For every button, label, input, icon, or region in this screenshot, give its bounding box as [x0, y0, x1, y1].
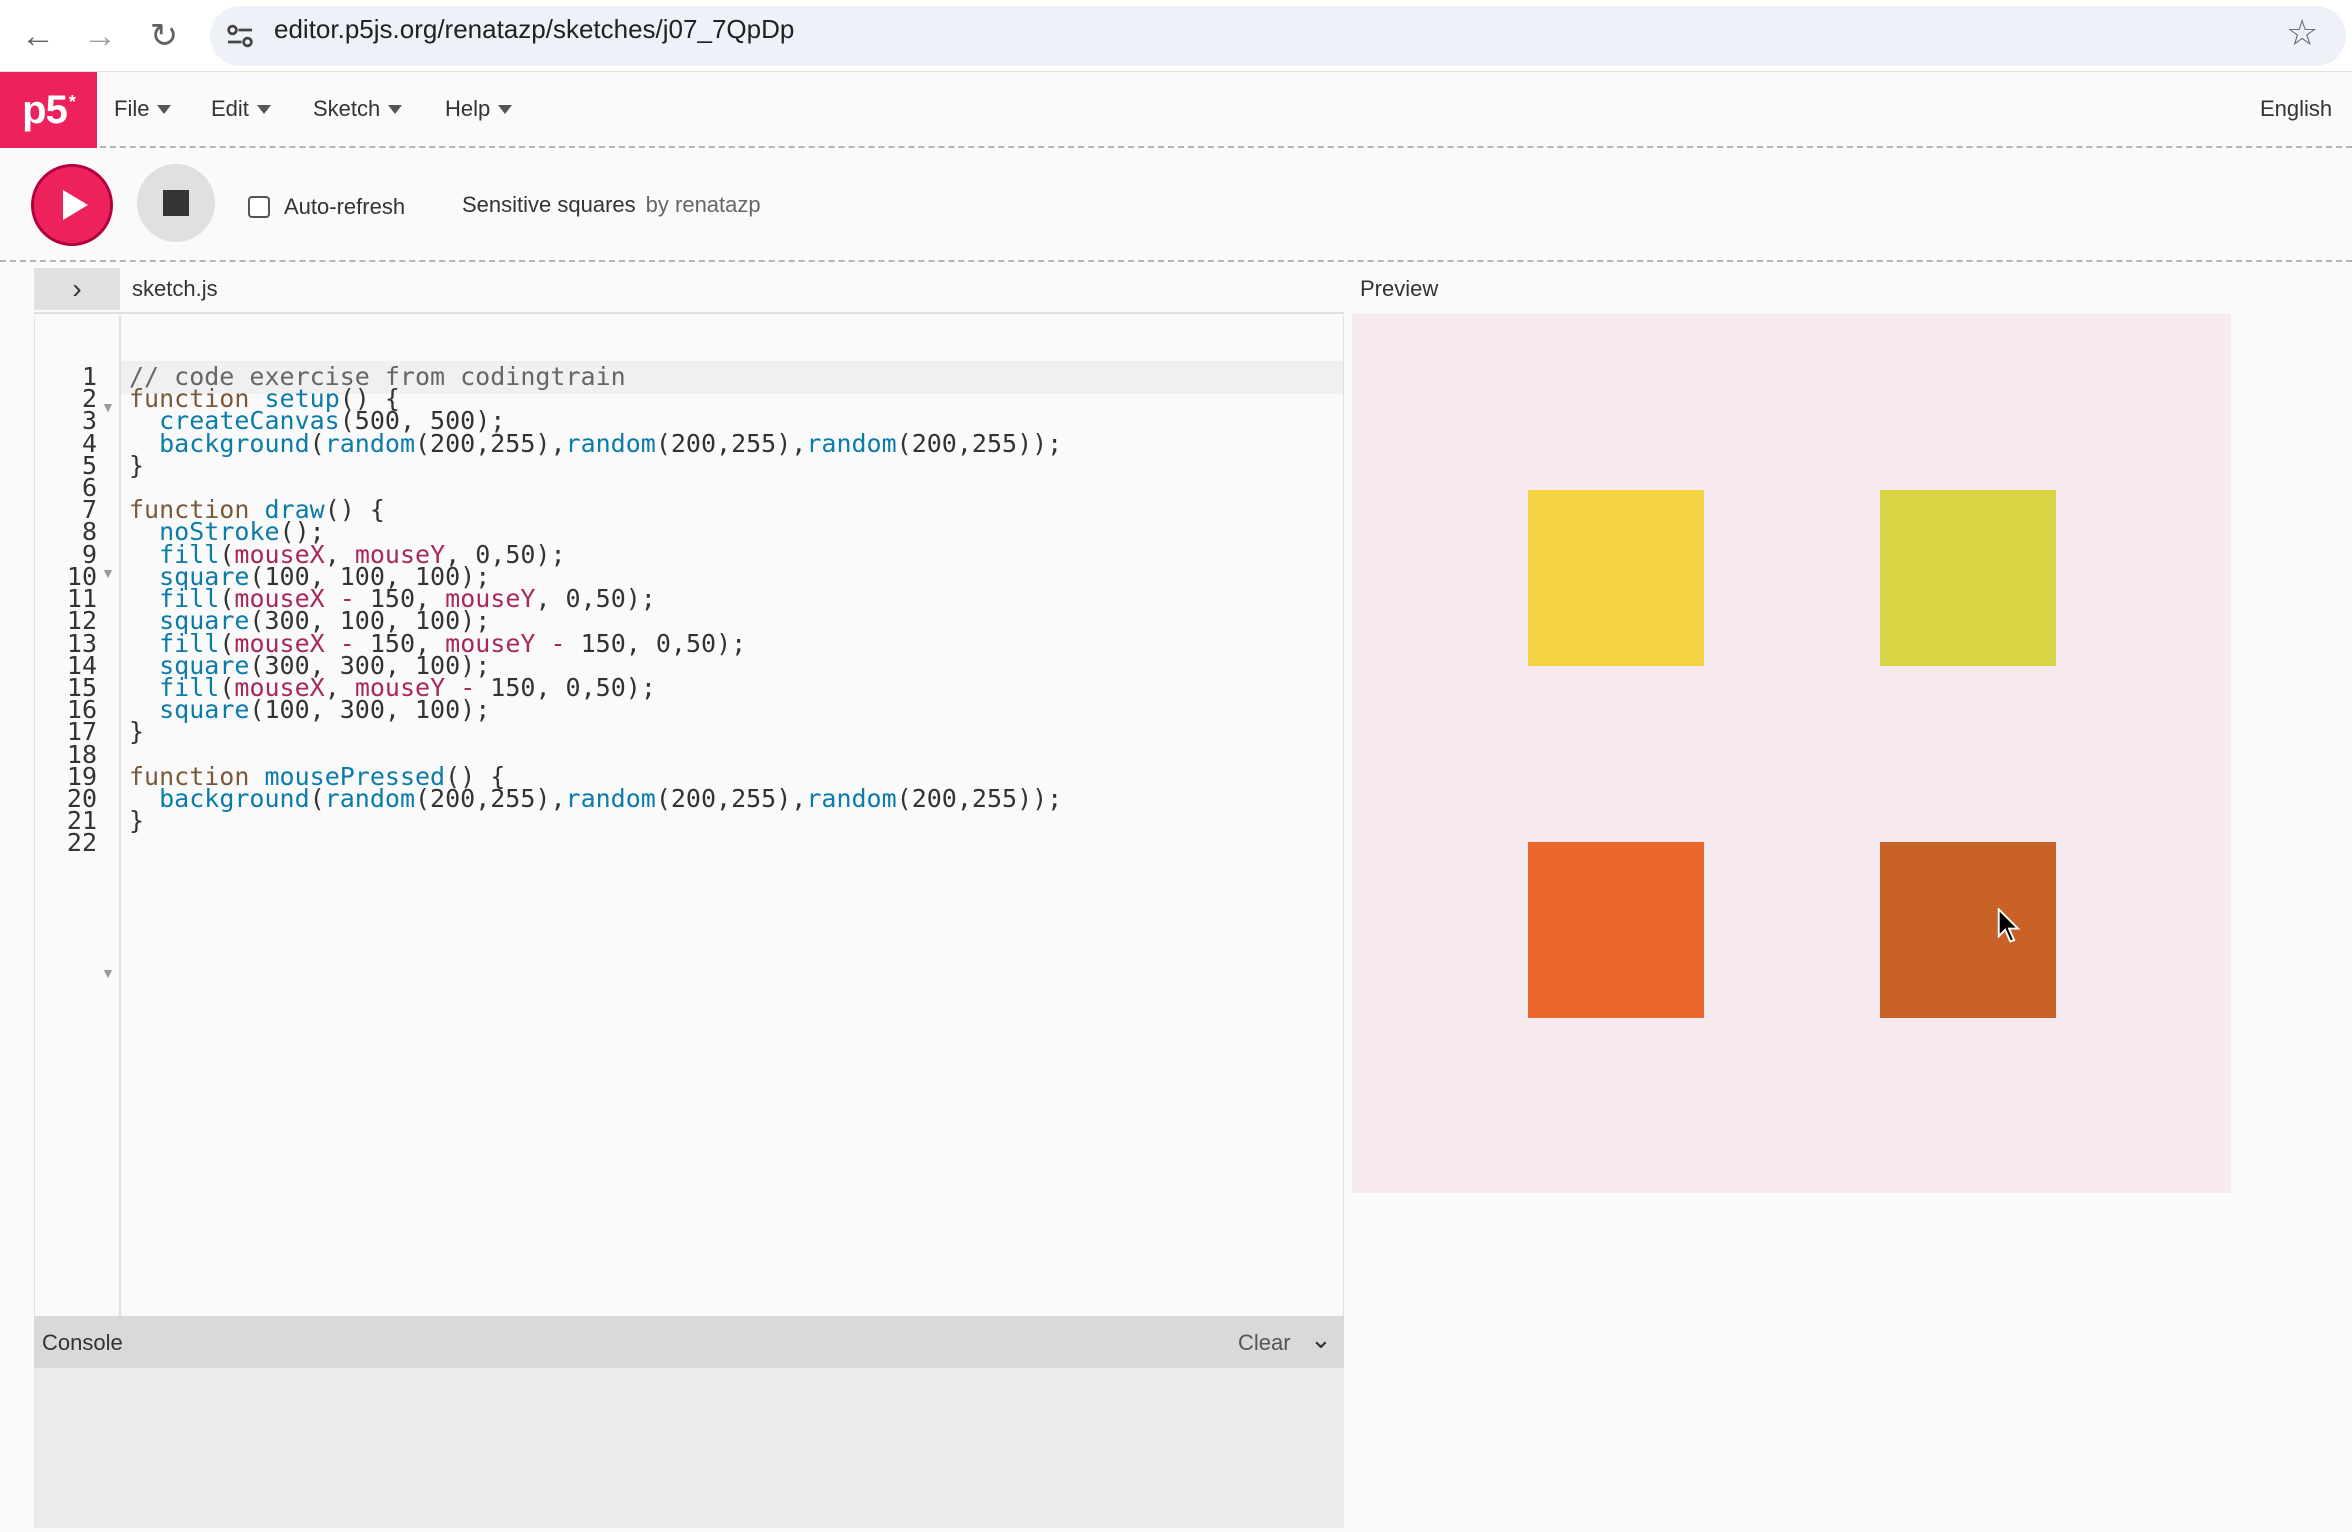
code-line: }	[129, 451, 145, 480]
p5-logo[interactable]: p5 *	[0, 72, 97, 148]
console-header: Console Clear ⌄	[34, 1316, 1344, 1368]
square-bottom-right	[1880, 842, 2056, 1018]
menu-help-label: Help	[445, 96, 491, 121]
file-name: sketch.js	[132, 276, 218, 301]
auto-refresh-toggle[interactable]: Auto-refresh	[248, 194, 405, 220]
play-button[interactable]	[31, 164, 113, 246]
logo-asterisk: *	[68, 91, 76, 112]
preview-canvas[interactable]	[1352, 314, 2231, 1193]
caret-down-icon	[498, 104, 513, 114]
browser-toolbar: ← → ↻ editor.p5js.org/renatazp/sketches/…	[0, 0, 2352, 72]
fold-marker-icon[interactable]: ▼	[101, 965, 115, 981]
menu-edit[interactable]: Edit	[211, 96, 271, 122]
fold-marker-icon[interactable]: ▼	[101, 565, 115, 581]
code-line: square(100, 300, 100);	[159, 695, 491, 724]
chevron-down-icon[interactable]: ⌄	[1310, 1324, 1332, 1355]
editor-file-header: › sketch.js	[34, 268, 1344, 314]
code-line: background(random(200,255),random(200,25…	[159, 429, 1063, 458]
menu-sketch-label: Sketch	[313, 96, 381, 121]
play-icon	[62, 190, 88, 220]
sidebar-toggle-button[interactable]: ›	[34, 268, 120, 310]
square-top-left	[1528, 490, 1704, 666]
square-bottom-left	[1528, 842, 1704, 1018]
square-top-right	[1880, 490, 2056, 666]
back-icon[interactable]: ←	[14, 12, 62, 60]
menu-help[interactable]: Help	[445, 96, 513, 122]
code-line: background(random(200,255),random(200,25…	[159, 784, 1063, 813]
sketch-author[interactable]: by renatazp	[646, 192, 761, 217]
mouse-cursor-icon	[1997, 908, 2021, 943]
caret-down-icon	[388, 104, 403, 114]
menu-edit-label: Edit	[211, 96, 249, 121]
stop-icon	[163, 190, 189, 216]
menu-file[interactable]: File	[114, 96, 172, 122]
forward-icon[interactable]: →	[76, 12, 124, 60]
console-title: Console	[42, 1330, 123, 1355]
sketch-title[interactable]: Sensitive squares by renatazp	[462, 192, 761, 218]
caret-down-icon	[256, 104, 271, 114]
fold-marker-icon[interactable]: ▼	[101, 399, 115, 415]
auto-refresh-label: Auto-refresh	[284, 194, 406, 219]
preview-label: Preview	[1360, 276, 1439, 301]
menu-file-label: File	[114, 96, 150, 121]
sketch-toolbar: Auto-refresh Sensitive squares by renataz…	[0, 150, 2352, 262]
site-settings-icon[interactable]	[222, 18, 258, 54]
language-selector[interactable]: English	[2260, 96, 2332, 122]
chevron-right-icon: ›	[72, 273, 82, 304]
sketch-name[interactable]: Sensitive squares	[462, 192, 636, 217]
console-clear-button[interactable]: Clear	[1238, 1330, 1291, 1356]
code-line: }	[129, 806, 145, 835]
code-editor[interactable]: 1 2 3 4 5 6 7 8 9 10 11 12 13 14 15 16 17 18 19 20 21 22 ▼ ▼ …	[34, 316, 1344, 1316]
bookmark-star-icon[interactable]: ☆	[2286, 12, 2318, 54]
console-output	[34, 1368, 1344, 1528]
url-text[interactable]: editor.p5js.org/renatazp/sketches/j07_7Q…	[274, 14, 794, 45]
auto-refresh-checkbox[interactable]	[248, 196, 270, 218]
code-line: }	[129, 717, 145, 746]
reload-icon[interactable]: ↻	[140, 12, 188, 60]
menu-sketch[interactable]: Sketch	[313, 96, 403, 122]
p5-menu-bar: p5 * File Edit Sketch Help English	[0, 72, 2352, 148]
line-number: 22	[66, 828, 97, 857]
stop-button[interactable]	[137, 164, 215, 242]
logo-text: p5	[22, 87, 68, 132]
caret-down-icon	[157, 104, 172, 114]
